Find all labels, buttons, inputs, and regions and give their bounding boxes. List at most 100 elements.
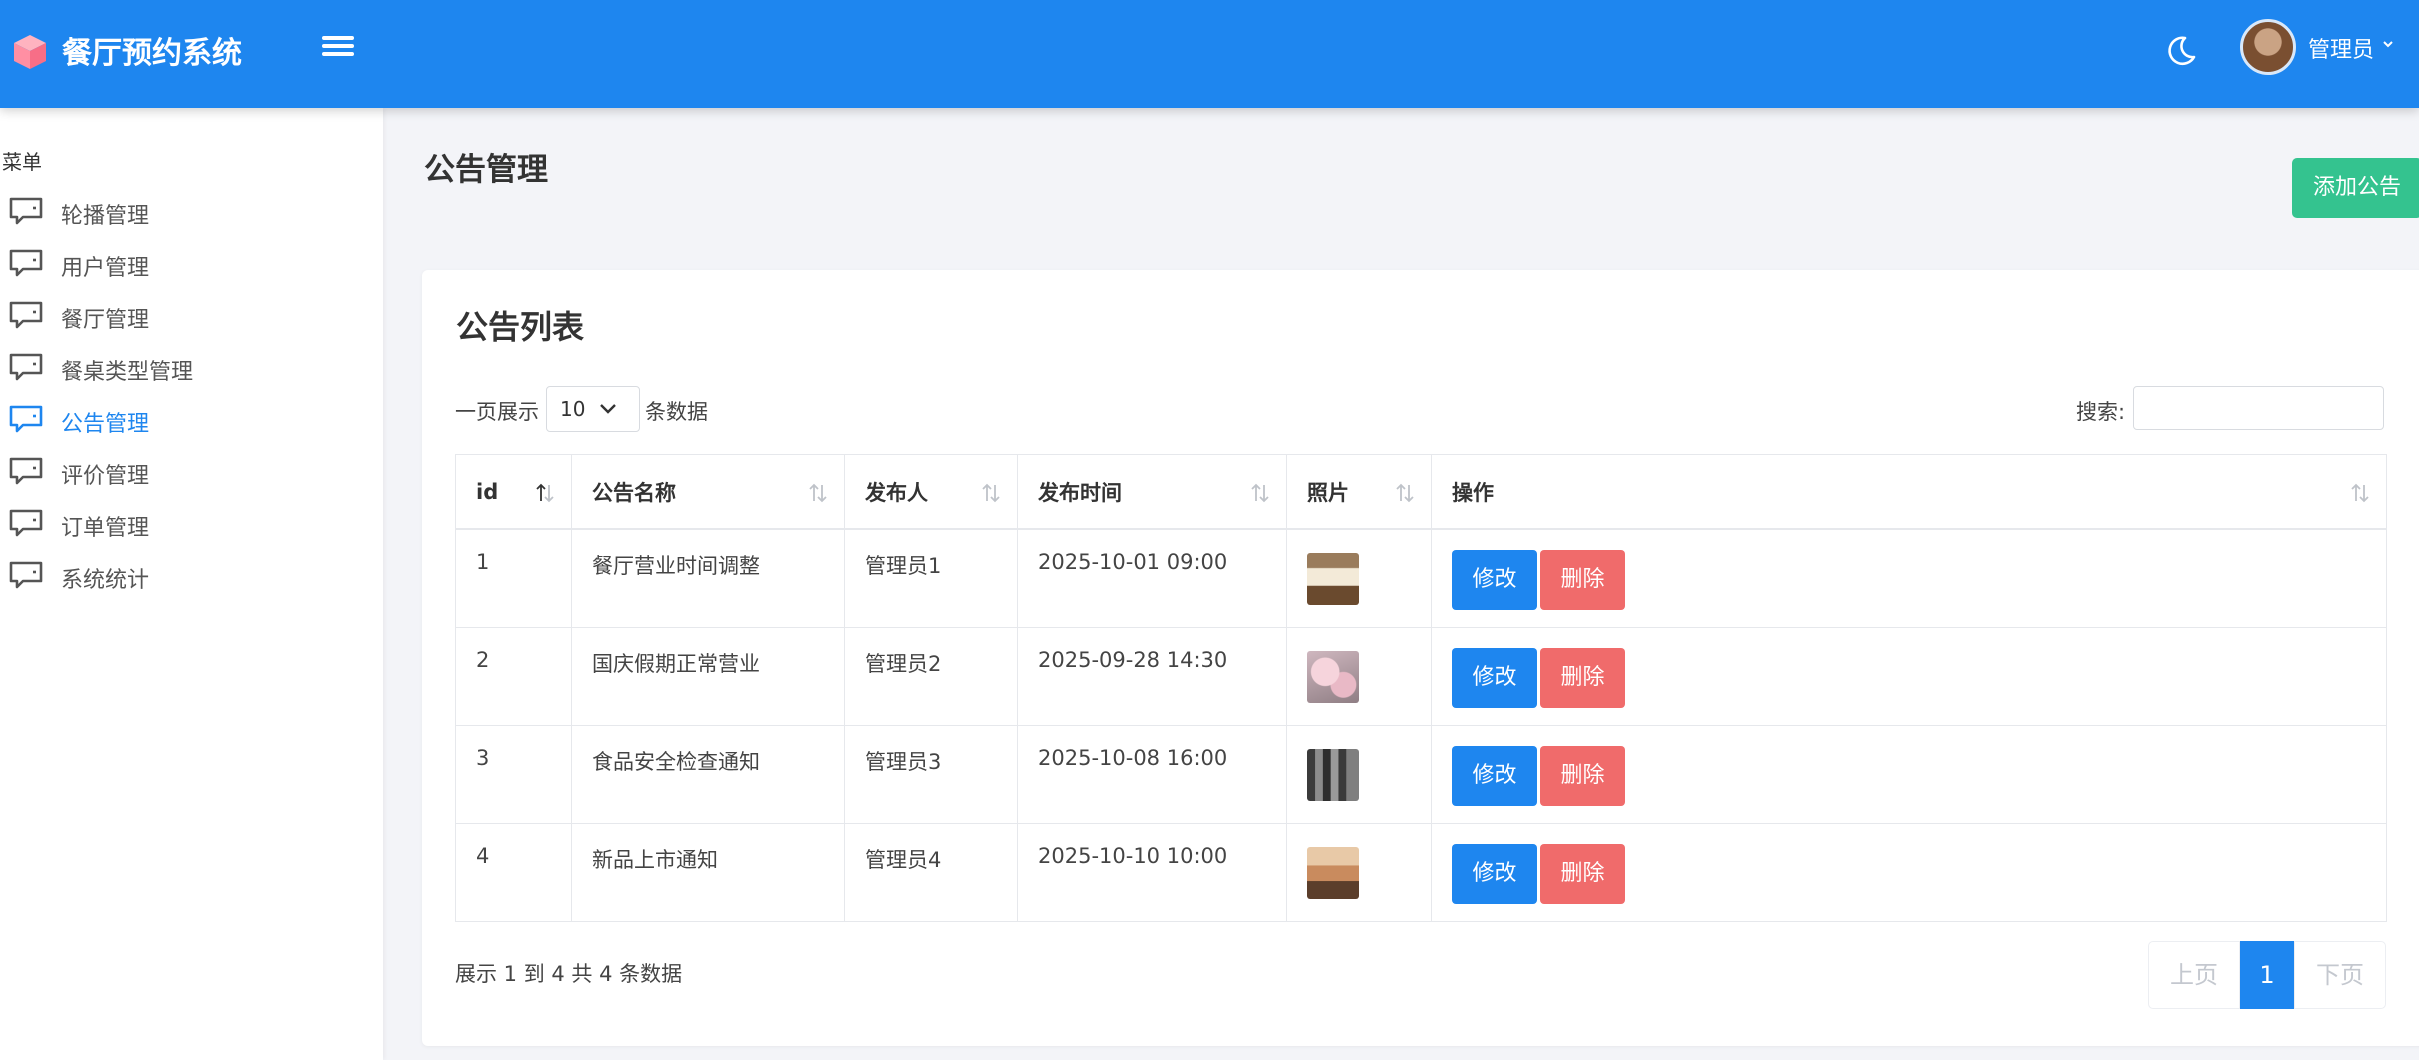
edit-button[interactable]: 修改 [1452,647,1537,708]
message-icon [9,197,43,225]
sort-icon[interactable] [806,481,830,505]
delete-button[interactable]: 删除 [1540,745,1625,806]
sort-icon[interactable] [2348,481,2372,505]
search-input[interactable] [2133,386,2384,430]
sort-icon[interactable] [979,481,1003,505]
top-navbar: 餐厅预约系统 管理员 [0,0,2419,108]
cell-time: 2025-10-08 16:00 [1017,724,1287,824]
prev-page-button[interactable]: 上页 [2148,941,2240,1009]
cell-actions: 修改 删除 [1431,626,2387,726]
next-page-button[interactable]: 下页 [2294,941,2386,1009]
book-photo[interactable] [1307,553,1359,605]
column-header[interactable]: id [455,454,572,530]
blossom-photo[interactable] [1307,650,1359,703]
table-row: 1 餐厅营业时间调整 管理员1 2025-10-01 09:00 修改 删除 [455,528,2387,628]
cell-photo [1286,724,1432,824]
sidebar-item[interactable]: 订单管理 [0,494,383,554]
edit-button[interactable]: 修改 [1452,745,1537,806]
sidebar-item-label: 餐厅管理 [61,308,150,333]
cell-id: 3 [455,724,572,824]
chevron-down-icon[interactable] [2382,38,2394,50]
sidebar-item[interactable]: 轮播管理 [0,182,383,242]
delete-button[interactable]: 删除 [1540,647,1625,708]
message-icon [9,249,43,277]
cell-actions: 修改 删除 [1431,528,2387,628]
message-icon [9,353,43,381]
chevron-down-icon [600,404,616,414]
cell-id: 4 [455,822,572,922]
building-photo[interactable] [1307,748,1359,801]
table-row: 2 国庆假期正常营业 管理员2 2025-09-28 14:30 修改 删除 [455,626,2387,726]
message-icon [9,509,43,537]
hamburger-menu-icon[interactable] [322,32,354,64]
cell-actions: 修改 删除 [1431,724,2387,824]
user-avatar[interactable] [2240,19,2296,75]
sidebar-item[interactable]: 公告管理 [0,390,383,450]
announcement-table: id 公告名称 发布人 发布时间 照片 操作 1 餐厅营业时间调整 管理员1 2025-10-0… [455,454,2387,922]
add-announcement-button[interactable]: 添加公告 [2292,158,2419,218]
column-header[interactable]: 发布人 [844,454,1018,530]
search-label: 搜索: [2076,400,2126,424]
cell-actions: 修改 删除 [1431,822,2387,922]
cell-id: 1 [455,528,572,628]
column-header-label: 发布时间 [1038,480,1122,505]
table-row: 4 新品上市通知 管理员4 2025-10-10 10:00 修改 删除 [455,822,2387,922]
sort-icon[interactable] [1248,481,1272,505]
message-icon [9,301,43,329]
pagination: 上页 1 下页 [2148,941,2386,1009]
sidebar-item[interactable]: 餐厅管理 [0,286,383,346]
message-icon [9,561,43,589]
cell-time: 2025-10-10 10:00 [1017,822,1287,922]
column-header-label: 公告名称 [592,480,676,505]
cell-publisher: 管理员1 [844,528,1018,628]
sort-icon[interactable] [1393,481,1417,505]
delete-button[interactable]: 删除 [1540,550,1625,610]
sidebar-item-label: 用户管理 [61,256,150,281]
page-length-label: 一页展示 [455,400,539,424]
cell-title: 国庆假期正常营业 [571,626,845,726]
sort-icon[interactable] [533,481,557,505]
page-1-button[interactable]: 1 [2240,941,2294,1009]
column-header-label: id [476,479,499,504]
cell-publisher: 管理员2 [844,626,1018,726]
sidebar-item-label: 系统统计 [61,568,150,593]
cell-photo [1286,626,1432,726]
cell-photo [1286,822,1432,922]
cell-title: 新品上市通知 [571,822,845,922]
sidebar-item[interactable]: 系统统计 [0,546,383,606]
page-length-value: 10 [560,397,586,421]
cell-photo [1286,528,1432,628]
sunset-photo[interactable] [1307,846,1359,899]
cell-time: 2025-09-28 14:30 [1017,626,1287,726]
sidebar-item[interactable]: 评价管理 [0,442,383,502]
page-length-select[interactable]: 10 [546,386,640,432]
moon-icon[interactable] [2163,33,2199,69]
cell-title: 食品安全检查通知 [571,724,845,824]
column-header[interactable]: 照片 [1286,454,1432,530]
column-header-label: 发布人 [865,480,928,505]
table-row: 3 食品安全检查通知 管理员3 2025-10-08 16:00 修改 删除 [455,724,2387,824]
sidebar-item[interactable]: 餐桌类型管理 [0,338,383,398]
table-header-row: id 公告名称 发布人 发布时间 照片 操作 [455,454,2387,530]
cell-title: 餐厅营业时间调整 [571,528,845,628]
delete-button[interactable]: 删除 [1540,843,1625,904]
sidebar-item-label: 轮播管理 [61,204,150,229]
edit-button[interactable]: 修改 [1452,550,1537,610]
cell-publisher: 管理员3 [844,724,1018,824]
cell-id: 2 [455,626,572,726]
cell-time: 2025-10-01 09:00 [1017,528,1287,628]
sidebar-item-label: 餐桌类型管理 [61,360,194,385]
app-title: 餐厅预约系统 [62,36,242,71]
table-info: 展示 1 到 4 共 4 条数据 [455,962,683,986]
page-length-suffix: 条数据 [645,400,708,424]
sidebar: 菜单 轮播管理用户管理餐厅管理餐桌类型管理公告管理评价管理订单管理系统统计 [0,108,383,1060]
sidebar-item[interactable]: 用户管理 [0,234,383,294]
cube-logo-icon [14,35,46,69]
column-header[interactable]: 操作 [1431,454,2387,530]
column-header[interactable]: 公告名称 [571,454,845,530]
sidebar-heading: 菜单 [2,150,42,174]
user-name[interactable]: 管理员 [2308,32,2374,64]
column-header[interactable]: 发布时间 [1017,454,1287,530]
edit-button[interactable]: 修改 [1452,843,1537,904]
sidebar-item-label: 评价管理 [61,464,150,489]
